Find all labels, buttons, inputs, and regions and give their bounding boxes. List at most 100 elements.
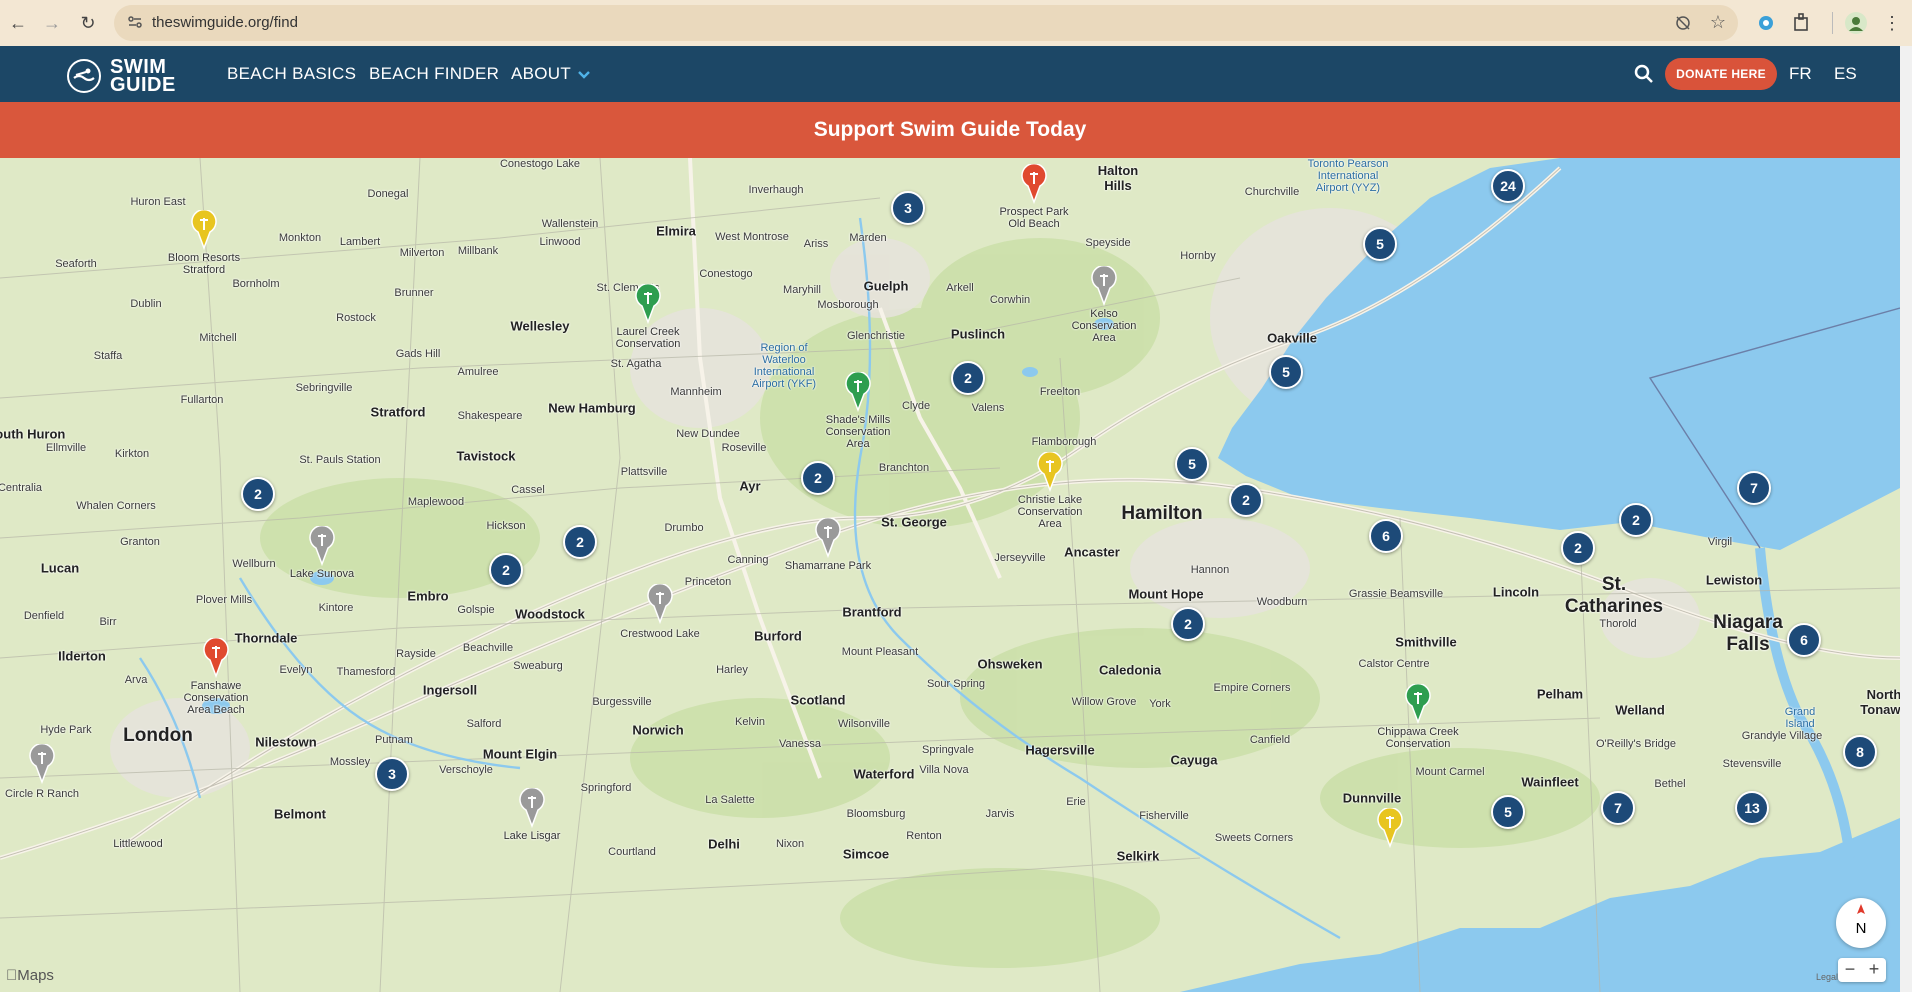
place-label: Elmira xyxy=(656,223,696,239)
back-icon[interactable]: ← xyxy=(6,11,30,35)
beach-cluster-marker[interactable]: 2 xyxy=(1619,503,1653,537)
place-label: Sweaburg xyxy=(513,660,563,672)
beach-cluster-marker[interactable]: 3 xyxy=(375,757,409,791)
beach-pin-green-icon[interactable] xyxy=(634,284,662,324)
beach-pin-gray-icon[interactable] xyxy=(28,744,56,784)
logo-line-2: GUIDE xyxy=(110,74,176,96)
page-scrollbar[interactable] xyxy=(1900,46,1912,992)
lang-es-link[interactable]: ES xyxy=(1834,64,1857,84)
nav-beach-basics[interactable]: BEACH BASICS xyxy=(227,64,356,84)
place-label: Princeton xyxy=(684,576,732,588)
beach-cluster-marker[interactable]: 5 xyxy=(1491,795,1525,829)
beach-pin-label[interactable]: Shamarrane Park xyxy=(785,560,871,572)
beach-cluster-marker[interactable]: 24 xyxy=(1491,169,1525,203)
nav-beach-finder[interactable]: BEACH FINDER xyxy=(369,64,499,84)
beach-cluster-marker[interactable]: 5 xyxy=(1363,227,1397,261)
beach-cluster-marker[interactable]: 7 xyxy=(1737,471,1771,505)
extensions-puzzle-icon[interactable] xyxy=(1790,11,1814,35)
beach-cluster-marker[interactable]: 2 xyxy=(489,553,523,587)
chevron-down-icon[interactable] xyxy=(577,70,591,80)
beach-pin-gray-icon[interactable] xyxy=(646,584,674,624)
beach-pin-yellow-icon[interactable] xyxy=(1376,808,1404,848)
beach-pin-label[interactable]: Lake Sunova xyxy=(290,568,354,580)
place-label: Hickson xyxy=(486,520,526,532)
beach-cluster-marker[interactable]: 5 xyxy=(1269,355,1303,389)
beach-pin-green-icon[interactable] xyxy=(1404,684,1432,724)
place-label: Mount Elgin xyxy=(482,746,558,762)
place-label: Selkirk xyxy=(1116,848,1160,864)
menu-kebab-icon[interactable]: ⋮ xyxy=(1880,11,1904,35)
zoom-in-button[interactable]: + xyxy=(1862,958,1886,982)
bookmark-star-icon[interactable]: ☆ xyxy=(1710,12,1726,33)
beach-pin-label[interactable]: Prospect Park Old Beach xyxy=(999,206,1068,230)
place-label: Nixon xyxy=(775,838,805,850)
beach-cluster-marker[interactable]: 13 xyxy=(1735,791,1769,825)
beach-pin-green-icon[interactable] xyxy=(844,372,872,412)
reload-icon[interactable]: ↻ xyxy=(76,11,100,35)
beach-pin-red-icon[interactable] xyxy=(1020,164,1048,204)
beach-cluster-marker[interactable]: 2 xyxy=(951,361,985,395)
beach-pin-gray-icon[interactable] xyxy=(814,518,842,558)
support-banner[interactable]: Support Swim Guide Today xyxy=(0,102,1900,158)
beach-pin-label[interactable]: Shade's Mills Conservation Area xyxy=(826,414,891,450)
beach-cluster-marker[interactable]: 2 xyxy=(1229,483,1263,517)
beach-cluster-marker[interactable]: 2 xyxy=(563,525,597,559)
browser-toolbar: ← → ↻ theswimguide.org/find ☆ ⋮ xyxy=(0,0,1912,46)
place-label: Thorndale xyxy=(234,630,298,646)
beach-pin-red-icon[interactable] xyxy=(202,638,230,678)
place-label: Salford xyxy=(466,718,502,730)
extension-icon[interactable] xyxy=(1754,11,1778,35)
zoom-out-button[interactable]: − xyxy=(1838,958,1862,982)
beach-pin-gray-icon[interactable] xyxy=(308,526,336,566)
beach-pin-gray-icon[interactable] xyxy=(518,788,546,828)
forward-icon[interactable]: → xyxy=(40,11,64,35)
beach-pin-gray-icon[interactable] xyxy=(1090,266,1118,306)
place-label: Burford xyxy=(754,628,802,644)
beach-cluster-marker[interactable]: 7 xyxy=(1601,791,1635,825)
url-text: theswimguide.org/find xyxy=(152,14,298,31)
beach-pin-yellow-icon[interactable] xyxy=(1036,452,1064,492)
beach-pin-label[interactable]: Christie Lake Conservation Area xyxy=(1018,494,1083,530)
beach-cluster-marker[interactable]: 5 xyxy=(1175,447,1209,481)
place-label: Maryhill xyxy=(783,284,821,296)
profile-avatar[interactable] xyxy=(1844,11,1868,35)
beach-cluster-marker[interactable]: 6 xyxy=(1787,623,1821,657)
beach-pin-label[interactable]: Kelso Conservation Area xyxy=(1072,308,1137,344)
place-label: Caledonia xyxy=(1098,662,1162,678)
beach-cluster-marker[interactable]: 2 xyxy=(801,461,835,495)
place-label: Wallenstein xyxy=(541,218,599,230)
nav-about[interactable]: ABOUT xyxy=(511,64,571,84)
place-label: North Tonawa xyxy=(1860,687,1900,717)
place-label: Arkell xyxy=(946,282,974,294)
place-label: Canfield xyxy=(1249,734,1291,746)
place-label: Mossley xyxy=(329,756,371,768)
beach-cluster-marker[interactable]: 2 xyxy=(1561,531,1595,565)
beach-cluster-marker[interactable]: 8 xyxy=(1843,735,1877,769)
site-header: SWIM GUIDE BEACH BASICS BEACH FINDER ABO… xyxy=(0,46,1900,102)
place-label: Wainfleet xyxy=(1521,774,1579,790)
donate-button[interactable]: DONATE HERE xyxy=(1665,58,1777,90)
beach-pin-label[interactable]: Fanshawe Conservation Area Beach xyxy=(184,680,249,716)
place-label: Monkton xyxy=(278,232,322,244)
toolbar-divider xyxy=(1832,12,1833,34)
tracking-off-icon[interactable] xyxy=(1674,14,1692,32)
beach-cluster-marker[interactable]: 3 xyxy=(891,191,925,225)
beach-pin-label[interactable]: Laurel Creek Conservation xyxy=(616,326,681,350)
search-icon[interactable] xyxy=(1634,64,1654,84)
beach-pin-label[interactable]: Lake Lisgar xyxy=(504,830,561,842)
beach-map[interactable]: Conestogo Lake Huron East Donegal Inverhaug… xyxy=(0,158,1900,992)
place-label: Thamesford xyxy=(336,666,396,678)
place-label: Pelham xyxy=(1536,686,1584,702)
lang-fr-link[interactable]: FR xyxy=(1789,64,1812,84)
beach-pin-label[interactable]: Bloom Resorts Stratford xyxy=(168,252,240,276)
site-info-icon[interactable] xyxy=(126,13,144,31)
address-bar[interactable]: theswimguide.org/find ☆ xyxy=(114,5,1738,41)
beach-cluster-marker[interactable]: 2 xyxy=(241,477,275,511)
legal-link[interactable]: Legal xyxy=(1816,972,1838,982)
beach-cluster-marker[interactable]: 2 xyxy=(1171,607,1205,641)
beach-pin-yellow-icon[interactable] xyxy=(190,210,218,250)
swim-guide-logo[interactable]: SWIM GUIDE xyxy=(66,56,186,96)
compass-button[interactable]: N xyxy=(1836,898,1886,948)
beach-pin-label[interactable]: Chippawa Creek Conservation xyxy=(1377,726,1458,750)
beach-cluster-marker[interactable]: 6 xyxy=(1369,519,1403,553)
